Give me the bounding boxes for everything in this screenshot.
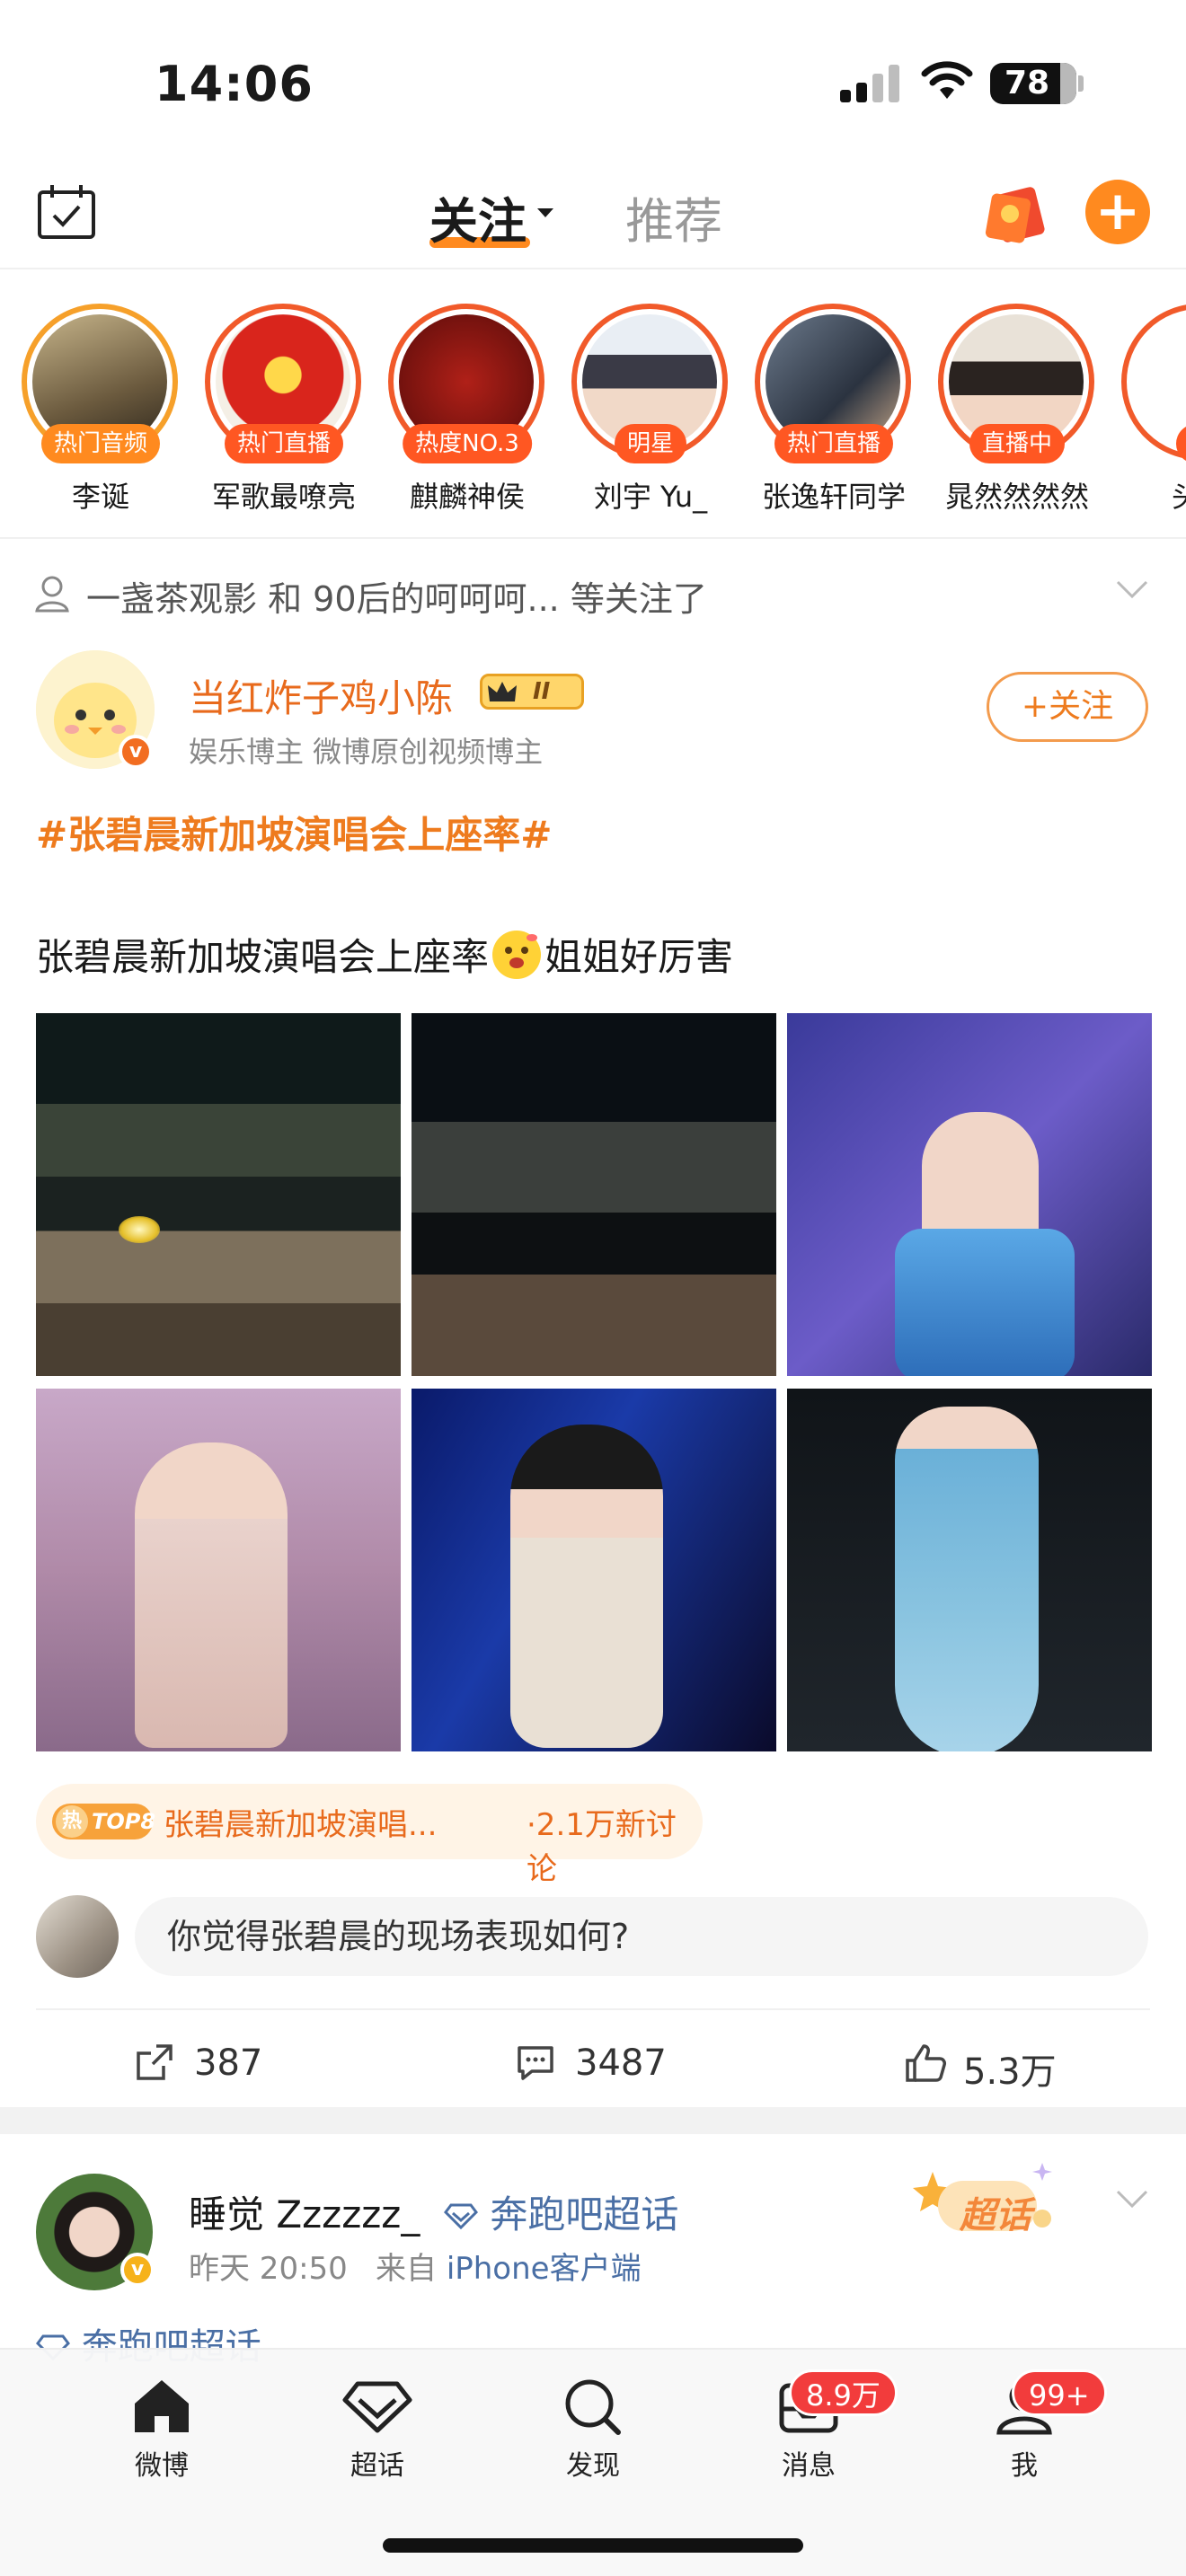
post-source: 来自 iPhone客户端: [376, 2251, 642, 2287]
status-bar: 14:06 78: [0, 0, 1186, 162]
singer-photo[interactable]: [787, 1389, 1152, 1751]
hot-topic-count: ·2.1万新讨论: [527, 1807, 677, 1887]
status-badge: 直播中: [969, 424, 1066, 463]
hot-icon: 热: [56, 1805, 88, 1838]
me-badge: 99+: [1012, 2369, 1107, 2416]
verified-icon: v: [120, 2253, 155, 2287]
supertopic-link[interactable]: 奔跑吧超话: [444, 2184, 678, 2239]
tab-home[interactable]: 微博: [90, 2377, 234, 2483]
add-button[interactable]: +: [1085, 180, 1150, 244]
tab-label: 我: [1011, 2450, 1038, 2482]
tab-follow[interactable]: 关注: [429, 181, 527, 252]
caret-down-icon[interactable]: [537, 208, 553, 217]
status-badge: 热度NO.3: [403, 424, 532, 463]
crown-level-badge: II: [480, 674, 584, 710]
chevron-down-icon[interactable]: [1114, 578, 1150, 600]
photo-grid: [36, 1013, 1152, 1753]
home-icon: [135, 2380, 189, 2432]
chevron-down-icon[interactable]: [1114, 2188, 1150, 2210]
post-time: 昨天 20:50: [189, 2251, 348, 2287]
drool-emoji-icon: [492, 931, 542, 979]
tab-me[interactable]: 我 99+: [952, 2369, 1107, 2483]
status-badge: 热门直播: [774, 424, 894, 463]
tab-discover[interactable]: 发现: [521, 2377, 665, 2483]
home-indicator: [383, 2538, 803, 2553]
share-icon: [137, 2044, 173, 2080]
level-badge-text: II: [533, 678, 551, 705]
tab-label: 消息: [782, 2450, 836, 2482]
sticker-text: 超话: [960, 2195, 1031, 2236]
singer-photo[interactable]: [36, 1389, 401, 1751]
status-badge: 热门音频: [40, 424, 161, 463]
thumbs-up-icon: [906, 2044, 946, 2082]
hot-rank-badge: 热 TOP8: [52, 1804, 155, 1839]
red-packet-icon[interactable]: [981, 181, 1053, 244]
notice-text: 一盏茶观影 和 90后的呵呵呵... 等关注了: [86, 579, 707, 619]
status-time: 14:06: [155, 56, 314, 112]
comment-count: 3487: [575, 2042, 667, 2084]
messages-badge: 8.9万: [789, 2369, 898, 2416]
singer-photo[interactable]: [412, 1389, 776, 1751]
follow-button[interactable]: +关注: [987, 672, 1148, 742]
avatar: [36, 1895, 119, 1978]
user-icon: [35, 576, 69, 613]
wifi-icon: [921, 61, 973, 99]
tab-label: 微博: [135, 2450, 189, 2482]
tab-recommend[interactable]: 推荐: [625, 181, 722, 252]
status-badge: 明星: [614, 424, 687, 463]
follow-notice[interactable]: 一盏茶观影 和 90后的呵呵呵... 等关注了: [0, 557, 1186, 629]
tab-label: 超话: [350, 2450, 404, 2482]
hot-topic-chip[interactable]: 热 TOP8 张碧晨新加坡演唱... ·2.1万新讨论: [36, 1784, 703, 1887]
avatar: [1132, 314, 1186, 449]
singer-photo[interactable]: [787, 1013, 1152, 1376]
concert-photo[interactable]: [36, 1013, 401, 1376]
author-name[interactable]: 当红炸子鸡小陈: [189, 668, 453, 723]
comment-icon: [518, 2046, 553, 2080]
story-name: 头号: [1093, 474, 1186, 516]
calendar-check-icon[interactable]: [36, 183, 97, 241]
author-name[interactable]: 睡觉 Zzzzzz_: [189, 2184, 420, 2239]
like-count: 5.3万: [963, 2051, 1057, 2093]
signal-icon: [840, 65, 899, 102]
diamond-icon: [444, 2203, 478, 2230]
supertopic-sticker: 超话: [907, 2159, 1060, 2245]
concert-photo[interactable]: [412, 1013, 776, 1376]
repost-count: 387: [194, 2042, 263, 2084]
hot-topic-title: 张碧晨新加坡演唱...: [164, 1807, 438, 1843]
topic-hashtag[interactable]: #张碧晨新加坡演唱会上座率#: [36, 805, 552, 860]
post-text: 张碧晨新加坡演唱会上座率 姐姐好厉害: [36, 927, 733, 982]
tab-super[interactable]: 超话: [305, 2377, 449, 2483]
diamond-icon: [342, 2381, 412, 2433]
post-actions: 387 3487 5.3万: [0, 2017, 1186, 2116]
battery-icon: 78: [990, 63, 1076, 104]
tab-messages[interactable]: 消息 8.9万: [737, 2369, 898, 2483]
verified-icon: v: [119, 735, 153, 769]
search-icon: [565, 2379, 621, 2435]
story-row: 热门音频 李诞 热门直播 军歌最嘹亮 热度NO.3 麒麟神侯 明星 刘宇 Yu_…: [0, 269, 1186, 539]
author-description: 娱乐博主 微博原创视频博主: [189, 735, 544, 769]
comment-input[interactable]: 你觉得张碧晨的现场表现如何?: [135, 1897, 1148, 1976]
top-nav: 关注 推荐 +: [0, 162, 1186, 269]
battery-level: 78: [1004, 65, 1050, 101]
status-badge: 热门直播: [224, 424, 344, 463]
tab-label: 发现: [566, 2450, 620, 2482]
